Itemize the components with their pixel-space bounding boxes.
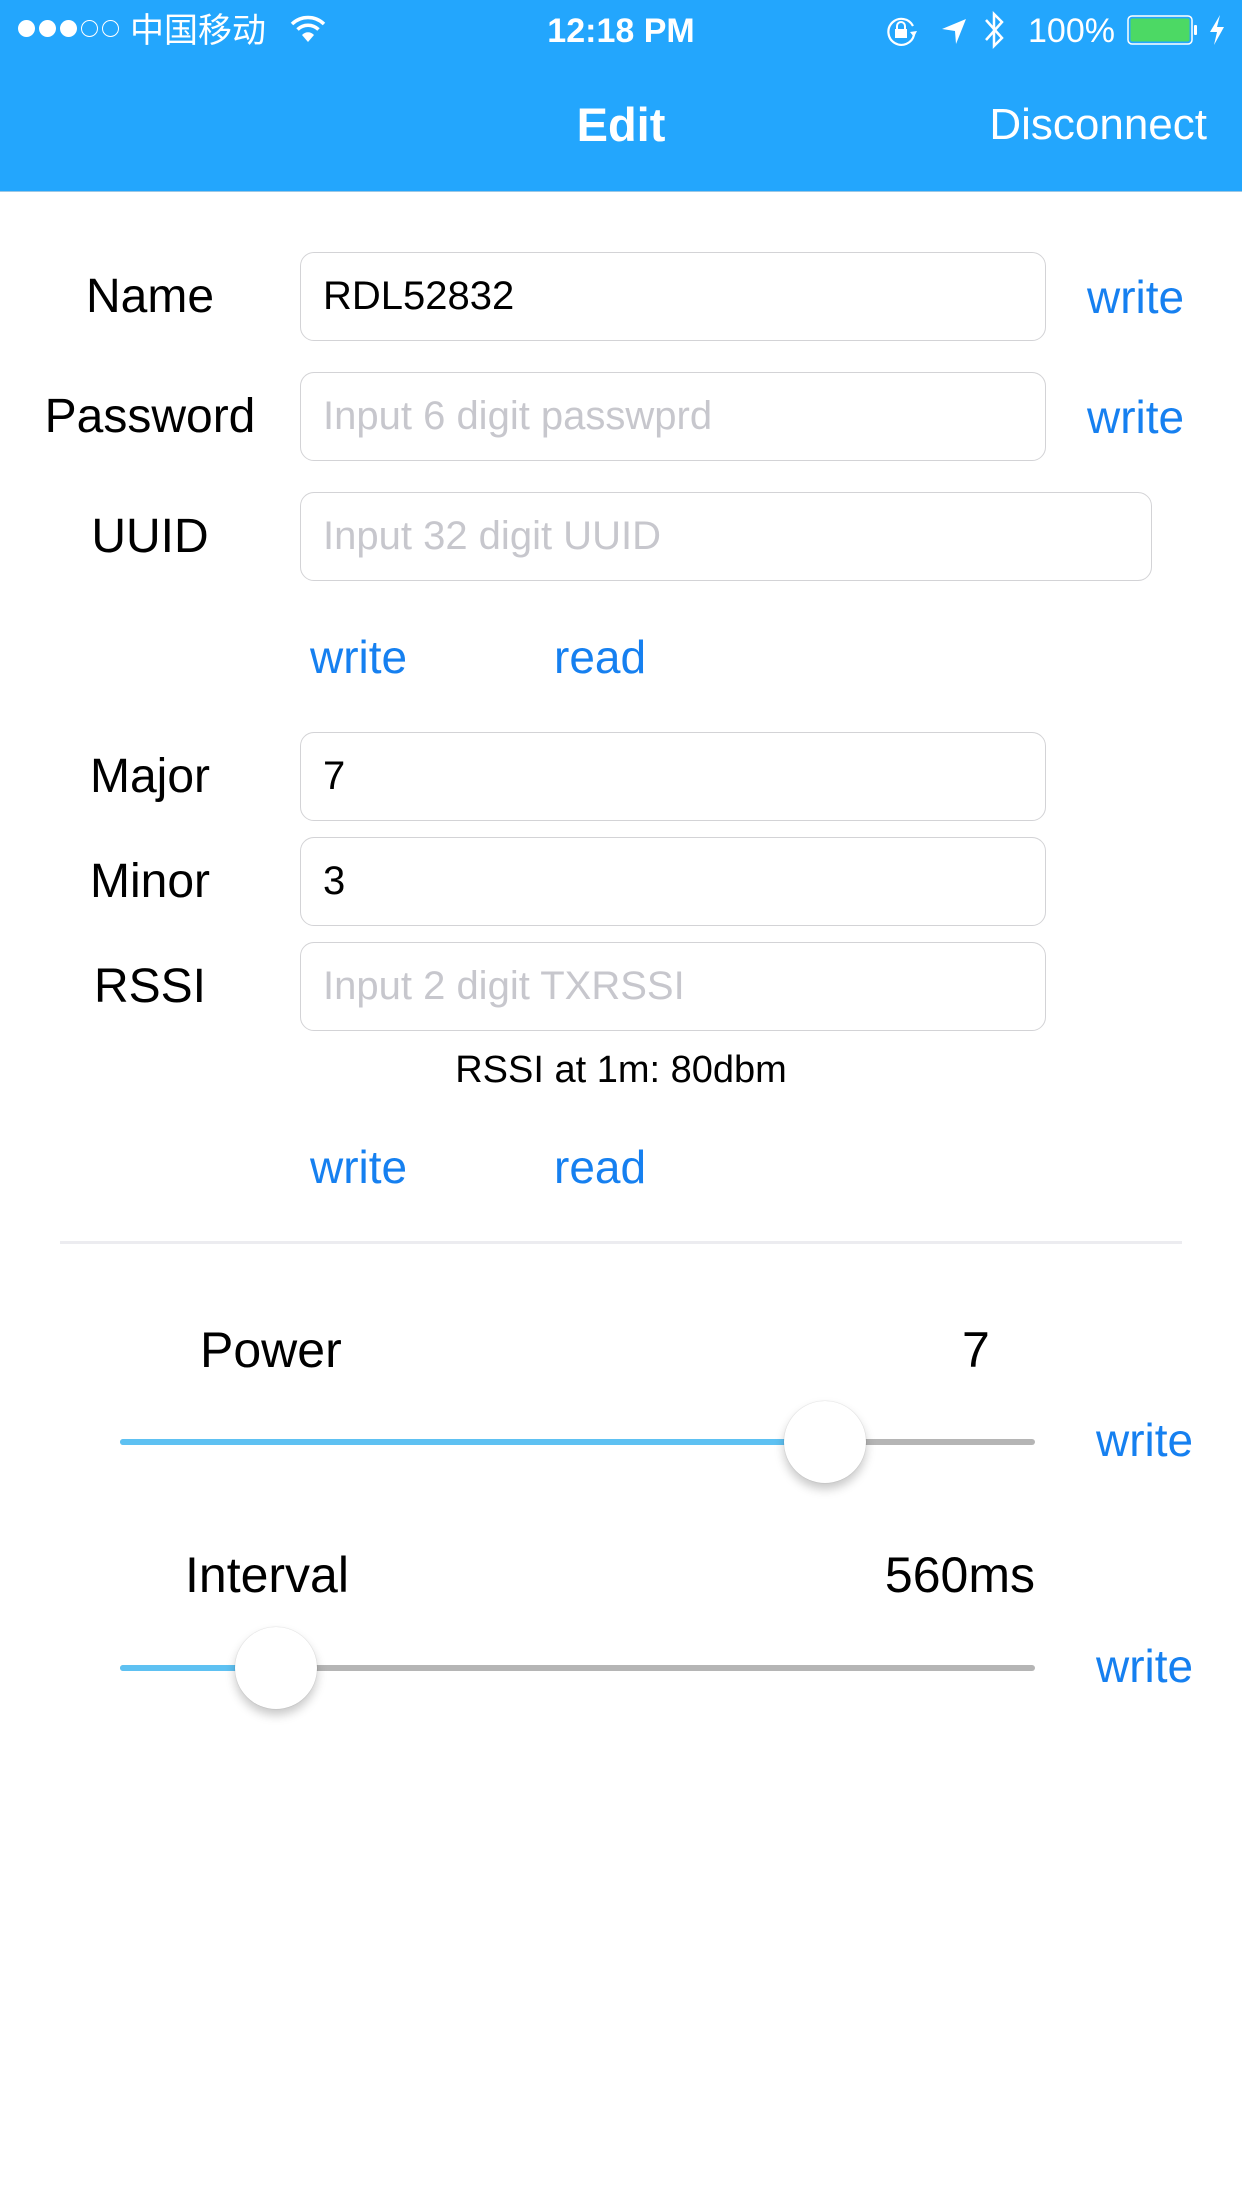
interval-slider-thumb[interactable]	[234, 1627, 317, 1709]
uuid-write-button[interactable]: write	[310, 627, 407, 687]
section-divider	[60, 1241, 1182, 1244]
ibeacon-write-button[interactable]: write	[310, 1137, 407, 1197]
minor-label: Minor	[89, 855, 211, 908]
name-label: Name	[85, 270, 215, 323]
power-slider[interactable]	[120, 1401, 1035, 1483]
minor-field[interactable]	[300, 837, 1046, 926]
uuid-field[interactable]	[300, 492, 1152, 581]
power-slider-thumb[interactable]	[783, 1401, 866, 1483]
power-value: 7	[962, 1322, 990, 1378]
bluetooth-icon	[982, 10, 1008, 55]
uuid-label: UUID	[91, 510, 209, 563]
power-label: Power	[200, 1322, 342, 1378]
name-write-button[interactable]: write	[1087, 267, 1184, 327]
password-label: Password	[44, 390, 256, 443]
interval-write-button[interactable]: write	[1096, 1636, 1193, 1696]
name-field[interactable]	[300, 252, 1046, 341]
password-write-button[interactable]: write	[1087, 387, 1184, 447]
major-label: Major	[89, 750, 211, 803]
rotation-lock-icon	[885, 14, 919, 53]
rssi-label: RSSI	[93, 960, 207, 1013]
interval-slider[interactable]	[120, 1627, 1035, 1709]
ibeacon-read-button[interactable]: read	[554, 1137, 646, 1197]
location-arrow-icon	[940, 16, 968, 51]
uuid-read-button[interactable]: read	[554, 627, 646, 687]
major-field[interactable]	[300, 732, 1046, 821]
navigation-bar: 中国移动 12:18 PM 100% Edit Disconnect	[0, 0, 1242, 192]
power-slider-fill	[120, 1439, 825, 1445]
interval-label: Interval	[185, 1547, 349, 1603]
battery-percent: 100%	[1028, 12, 1115, 50]
rssi-field[interactable]	[300, 942, 1046, 1031]
battery-icon	[1127, 15, 1199, 50]
password-field[interactable]	[300, 372, 1046, 461]
power-write-button[interactable]: write	[1096, 1410, 1193, 1470]
interval-value: 560ms	[884, 1547, 1035, 1603]
disconnect-button[interactable]: Disconnect	[989, 92, 1207, 158]
charging-bolt-icon	[1208, 14, 1226, 51]
rssi-at-1m-text: RSSI at 1m: 80dbm	[455, 1049, 787, 1091]
